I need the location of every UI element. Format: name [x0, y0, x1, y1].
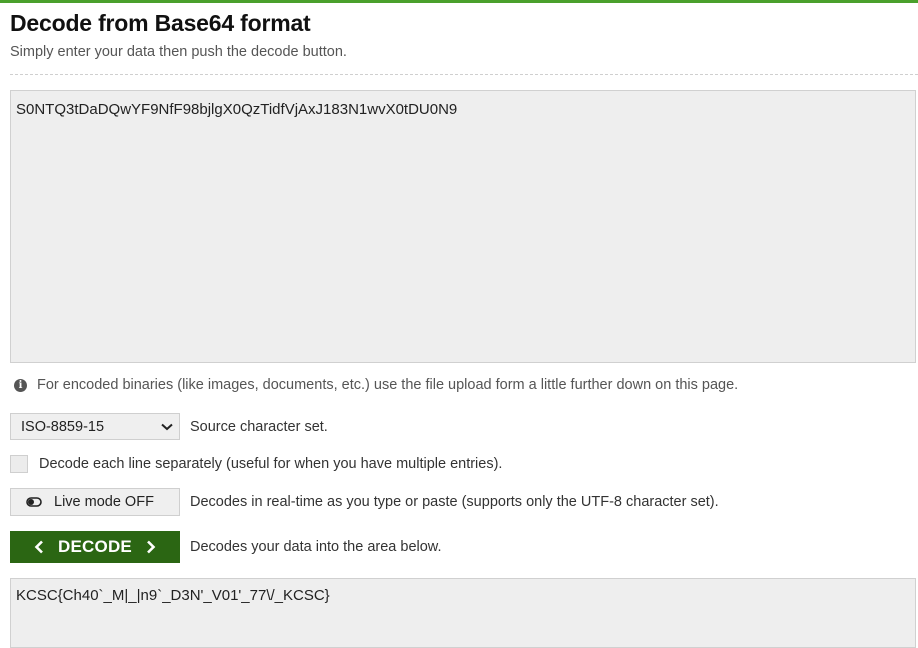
chevron-left-icon [34, 540, 43, 554]
per-line-row: Decode each line separately (useful for … [10, 455, 502, 473]
binary-upload-note-text: For encoded binaries (like images, docum… [37, 377, 739, 393]
top-accent-bar [0, 0, 918, 3]
decode-button[interactable]: DECODE [10, 531, 180, 563]
live-mode-label: Live mode OFF [54, 494, 154, 510]
decode-each-line-checkbox[interactable] [10, 455, 28, 473]
charset-row: ISO-8859-15 Source character set. [10, 413, 328, 440]
page-title: Decode from Base64 format [10, 10, 311, 36]
charset-selected-value: ISO-8859-15 [21, 418, 105, 435]
live-mode-row: Live mode OFF Decodes in real-time as yo… [10, 488, 719, 516]
charset-label: Source character set. [190, 418, 328, 435]
base64-input-textarea[interactable]: S0NTQ3tDaDQwYF9NfF98bjlgX0QzTidfVjAxJ183… [10, 90, 916, 363]
info-icon: i [14, 378, 27, 392]
binary-upload-note: i For encoded binaries (like images, doc… [14, 377, 738, 393]
decode-description: Decodes your data into the area below. [190, 539, 442, 555]
toggle-off-icon [26, 497, 42, 507]
chevron-down-icon [161, 423, 173, 431]
decode-button-label: DECODE [58, 537, 132, 556]
page-subtitle: Simply enter your data then push the dec… [10, 44, 347, 60]
decoded-output-textarea[interactable]: KCSC{Ch40`_M|_|n9`_D3N'_V01'_77\/_KCSC} [10, 578, 916, 648]
live-mode-description: Decodes in real-time as you type or past… [190, 494, 719, 510]
decode-each-line-label: Decode each line separately (useful for … [39, 456, 503, 472]
decode-row: DECODE Decodes your data into the area b… [10, 531, 442, 563]
live-mode-toggle-button[interactable]: Live mode OFF [10, 488, 180, 516]
chevron-right-icon [147, 540, 156, 554]
charset-select[interactable]: ISO-8859-15 [10, 413, 180, 440]
divider [10, 74, 918, 75]
